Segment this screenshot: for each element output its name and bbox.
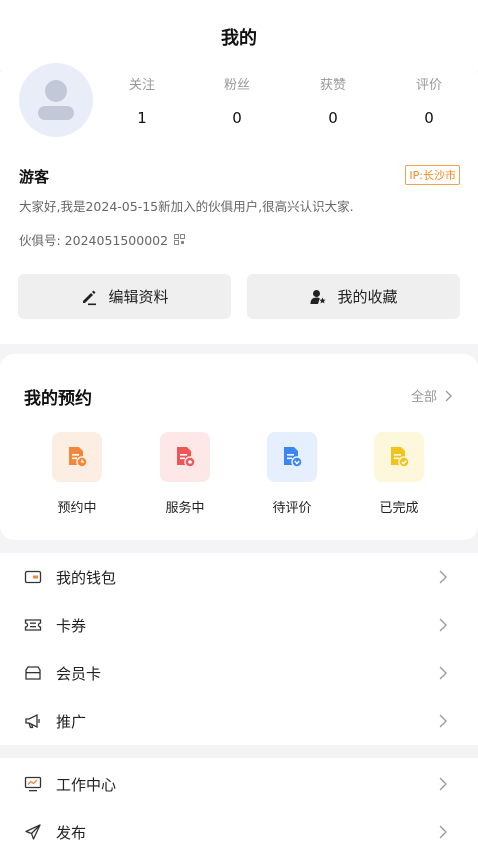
booked-label: 预约中 [57,501,97,516]
stat-label: 评价 [415,78,442,93]
stat-likes[interactable]: 获赞 0 [303,74,363,127]
user-star-icon [310,289,327,304]
in-service-label: 服务中 [165,501,205,516]
coupon-icon [24,619,42,631]
chevron-right-icon [445,390,452,401]
stat-label: 获赞 [319,78,346,93]
username: 游客 [19,168,50,186]
edit-pen-icon [83,290,97,305]
qr-code-icon[interactable] [174,234,186,245]
edit-profile-label: 编辑资料 [108,288,169,306]
stat-following[interactable]: 关注 1 [112,74,172,127]
menu-group-account: 我的钱包 卡券 会员卡 推广 [0,553,478,745]
in-service-icon-box [160,432,210,482]
edit-profile-button[interactable]: 编辑资料 [18,274,231,319]
menu-label: 工作中心 [56,775,117,794]
member-card-icon [25,666,41,680]
view-all-bookings-link[interactable]: 全部 [411,386,452,405]
document-service-icon [177,447,196,468]
menu-item-publish[interactable]: 发布 [0,808,478,850]
stat-followers[interactable]: 粉丝 0 [207,74,267,127]
chevron-right-icon [439,666,447,680]
menu-label: 我的钱包 [56,568,117,587]
to-review-icon-box [267,432,317,482]
user-bio: 大家好,我是2024-05-15新加入的伙俱用户,很高兴认识大家. [19,199,354,214]
chevron-right-icon [439,570,447,584]
monitor-icon [24,776,42,792]
menu-item-work-center[interactable]: 工作中心 [0,760,478,808]
stat-value: 0 [424,109,434,127]
stat-label: 关注 [128,78,155,93]
my-favorites-button[interactable]: 我的收藏 [247,274,460,319]
completed-label: 已完成 [379,501,419,516]
menu-label: 推广 [56,712,87,731]
menu-item-promotion[interactable]: 推广 [0,697,478,745]
avatar-head-shape [45,80,67,102]
order-status-completed[interactable]: 已完成 [359,432,439,516]
document-check-icon [391,447,410,468]
my-bookings-card: 我的预约 全部 预约中 服务中 待评价 已完成 [0,354,478,540]
partner-id-row[interactable]: 伙俱号: 2024051500002 [19,230,186,249]
chevron-right-icon [439,825,447,839]
stat-value: 0 [328,109,338,127]
menu-item-coupons[interactable]: 卡券 [0,601,478,649]
stat-label: 粉丝 [223,78,250,93]
menu-label: 会员卡 [56,664,102,683]
stat-value: 0 [232,109,242,127]
my-favorites-label: 我的收藏 [337,288,398,306]
completed-icon-box [374,432,424,482]
partner-id: 伙俱号: 2024051500002 [19,233,169,248]
menu-label: 发布 [56,823,87,842]
stat-reviews[interactable]: 评价 0 [399,74,459,127]
menu-item-member-card[interactable]: 会员卡 [0,649,478,697]
order-status-in-service[interactable]: 服务中 [145,432,225,516]
top-header: 我的 [0,0,478,70]
to-review-label: 待评价 [272,501,312,516]
megaphone-icon [25,713,40,729]
menu-group-work: 工作中心 发布 [0,758,478,850]
document-clock-icon [69,447,88,468]
send-icon [25,824,41,840]
chevron-right-icon [439,714,447,728]
order-status-booked[interactable]: 预约中 [37,432,117,516]
order-status-to-review[interactable]: 待评价 [252,432,332,516]
menu-label: 卡券 [56,616,87,635]
bookings-title: 我的预约 [24,389,92,409]
view-all-label: 全部 [410,390,437,405]
wallet-icon [24,570,42,584]
menu-item-wallet[interactable]: 我的钱包 [0,553,478,601]
stat-value: 1 [137,109,147,127]
chevron-right-icon [439,618,447,632]
booked-icon-box [52,432,102,482]
document-review-icon [284,447,303,468]
ip-location-badge: IP:长沙市 [405,165,460,185]
profile-card: 关注 1 粉丝 0 获赞 0 评价 0 游客 IP:长沙市 大家好,我是2024… [0,62,478,344]
page-title: 我的 [221,28,257,49]
avatar[interactable] [19,63,93,137]
avatar-body-shape [38,106,74,120]
chevron-right-icon [439,777,447,791]
